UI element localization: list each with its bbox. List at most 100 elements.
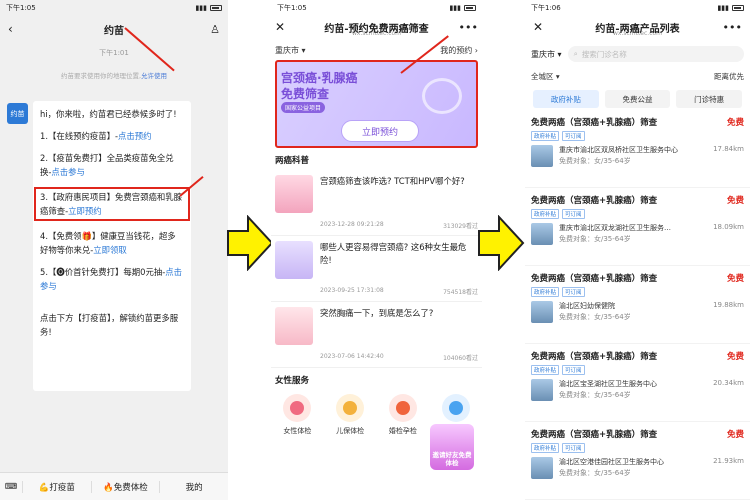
invite-promo-badge[interactable]: 邀请好友免费体检 (430, 424, 474, 470)
district-filter[interactable]: 全城区 ▾ (531, 71, 560, 82)
more-icon[interactable]: ••• (459, 21, 478, 34)
chat-timestamp: 下午1:01 (99, 49, 129, 57)
eligibility-text: 免费对象：女/35-64岁 (559, 235, 631, 243)
sort-distance[interactable]: 距离优先 (714, 71, 744, 82)
page-title: 约苗-预约免费两癌筛查 (324, 23, 429, 35)
tab-vaccine[interactable]: 💪打疫苗 (22, 480, 91, 493)
product-price: 免费 (726, 352, 744, 362)
join-free-vaccine-link[interactable]: 点击参与 (51, 167, 85, 177)
product-card[interactable]: 免费两癌（宫颈癌+乳腺癌）筛查 免费 政府补贴 可订阅 渝北区空港佳园社区卫生服务中心免… (525, 422, 750, 500)
article-views: 754518看过 (443, 289, 478, 296)
search-input[interactable]: ⌕ 搜索门诊名称 (567, 46, 744, 62)
book-now-button[interactable]: 立即预约 (341, 120, 419, 142)
article-item[interactable]: 突然胸痛一下，到底是怎么了? 2023-07-06 14:42:40 104060… (271, 302, 482, 368)
item-text: 5.【🅞价首针免费打】每期0元抽- (40, 267, 166, 277)
product-price: 免费 (726, 430, 744, 440)
distance-label: 20.34km (713, 379, 744, 387)
clinic-thumbnail (531, 457, 553, 479)
clinic-thumbnail (531, 301, 553, 323)
badge-subsidy: 政府补贴 (531, 365, 560, 375)
article-item[interactable]: 宫颈癌筛查该咋选? TCT和HPV哪个好? 2023-12-28 09:21:2… (271, 170, 482, 236)
my-booking-link[interactable]: 我的预约 › (440, 45, 478, 56)
search-icon: ⌕ (573, 49, 578, 58)
menu-item-1: 1.【在线预约疫苗】-点击预约 (40, 129, 184, 143)
banner-tag: 国家公益项目 (281, 102, 326, 113)
product-price: 免费 (726, 274, 744, 284)
article-views: 313029看过 (443, 223, 478, 230)
product-title: 免费两癌（宫颈癌+乳腺癌）筛查 (531, 196, 658, 206)
product-card[interactable]: 免费两癌（宫颈癌+乳腺癌）筛查 免费 政府补贴 可订阅 渝北区妇幼保健院 免费对象：女/3… (525, 266, 750, 344)
item-text: 1.【在线预约疫苗】- (40, 131, 119, 141)
claim-beans-link[interactable]: 立即领取 (93, 245, 127, 255)
article-date: 2023-12-28 09:21:28 (320, 221, 384, 228)
article-thumbnail (275, 241, 313, 279)
screening-banner[interactable]: 宫颈癌·乳腺癌 免费筛查 国家公益项目 立即预约 (275, 60, 478, 148)
more-icon[interactable]: ••• (723, 21, 742, 34)
category-tabs: 政府补贴 免费公益 门诊特惠 (525, 86, 750, 110)
clinic-thumbnail (531, 223, 553, 245)
tab-free-welfare[interactable]: 免费公益 (604, 90, 671, 108)
badge-subsidy: 政府补贴 (531, 443, 560, 453)
badge-subscribable: 可订阅 (562, 443, 585, 453)
chat-header: ‹ 约苗 ♙ (0, 16, 228, 42)
service-premarital-checkup[interactable]: 婚检孕检 (388, 394, 417, 436)
city-label: 重庆市 (531, 49, 555, 59)
badge-subscribable: 可订阅 (562, 131, 585, 141)
city-selector[interactable]: 重庆市 ▾ (531, 49, 562, 60)
back-icon[interactable]: ‹ (8, 22, 13, 36)
chat-screen: 下午1:05 ▮▮▮ ‹ 约苗 ♙ 下午1:01 约苗要求使用你的地理位置,允许… (0, 0, 228, 500)
article-item[interactable]: 哪些人更容易得宫颈癌? 这6种女生最危险! 2023-09-25 17:31:0… (271, 236, 482, 302)
search-row: 重庆市 ▾ ⌕ 搜索门诊名称 (525, 41, 750, 67)
service-label: 女性体检 (283, 427, 312, 435)
product-card[interactable]: 免费两癌（宫颈癌+乳腺癌）筛查 免费 政府补贴 可订阅 重庆市渝北区双龙湖社区卫生服务…… (525, 188, 750, 266)
product-price: 免费 (726, 196, 744, 206)
product-card[interactable]: 免费两癌（宫颈癌+乳腺癌）筛查 免费 政府补贴 可订阅 渝北区宝圣湖社区卫生服务中心 免费… (525, 344, 750, 422)
badge-subscribable: 可订阅 (562, 209, 585, 219)
status-time: 下午1:05 (6, 4, 36, 12)
city-label: 重庆市 (275, 46, 299, 55)
tab-mine[interactable]: 我的 (159, 480, 228, 493)
article-date: 2023-07-06 14:42:40 (320, 353, 384, 360)
product-list: 免费两癌（宫颈癌+乳腺癌）筛查 免费 政府补贴 可订阅 重庆市渝北区双凤桥社区卫生服务中… (525, 110, 750, 500)
product-title: 免费两癌（宫颈癌+乳腺癌）筛查 (531, 352, 658, 362)
badge-subscribable: 可订阅 (562, 287, 585, 297)
distance-label: 17.84km (713, 145, 744, 153)
book-screening-link[interactable]: 立即预约 (68, 206, 102, 216)
badge-subsidy: 政府补贴 (531, 287, 560, 297)
child-checkup-icon (336, 394, 365, 422)
clinic-name: 渝北区宝圣湖社区卫生服务中心 (559, 380, 657, 388)
tab-clinic-deals[interactable]: 门诊特惠 (676, 90, 743, 108)
search-placeholder: 搜索门诊名称 (581, 49, 627, 59)
tab-government-subsidy[interactable]: 政府补贴 (533, 90, 599, 108)
page-header: ✕ 约苗-预约免费两癌筛查 ••• (271, 16, 482, 38)
location-notice: 约苗要求使用你的地理位置,允许使用 (0, 70, 228, 80)
menu-item-4: 4.【免费领🎁】健康豆当钱花，超多好物等你来兑-立即领取 (40, 229, 184, 257)
product-card[interactable]: 免费两癌（宫颈癌+乳腺癌）筛查 免费 政府补贴 可订阅 重庆市渝北区双凤桥社区卫生服务中… (525, 110, 750, 188)
allow-location-link[interactable]: 允许使用 (141, 72, 167, 80)
status-icons: ▮▮▮ (449, 4, 476, 12)
bottom-menu: ⌨ 💪打疫苗 🔥免费体检 我的 (0, 472, 228, 500)
clinic-name: 渝北区空港佳园社区卫生服务中心 (559, 458, 664, 466)
menu-item-3-highlighted: 3.【政府惠民项目】免费宫颈癌和乳腺癌筛查-立即预约 (34, 187, 190, 221)
article-thumbnail (275, 175, 313, 213)
article-views: 104060看过 (443, 355, 478, 362)
close-icon[interactable]: ✕ (275, 20, 285, 34)
close-icon[interactable]: ✕ (533, 20, 543, 34)
city-selector[interactable]: 重庆市 ▾ (275, 45, 306, 56)
service-label: 儿保体检 (336, 427, 365, 435)
status-time: 下午1:05 (277, 4, 307, 12)
book-vaccine-link[interactable]: 点击预约 (118, 131, 152, 141)
city-row: 重庆市 ▾ 我的预约 › (271, 41, 482, 60)
tab-free-checkup[interactable]: 🔥免费体检 (90, 480, 160, 493)
battery-icon (732, 5, 744, 11)
service-child-checkup[interactable]: 儿保体检 (336, 394, 365, 436)
women-checkup-icon (283, 394, 312, 422)
profile-icon[interactable]: ♙ (210, 23, 220, 36)
filter-row: 全城区 ▾ 距离优先 (525, 67, 750, 86)
section-title-services: 女性服务 (275, 376, 310, 386)
service-women-checkup[interactable]: 女性体检 (283, 394, 312, 436)
district-label: 全城区 (531, 72, 554, 81)
product-list-screen: 下午1:06 ▮▮▮ ✕ 约苗-两癌产品列表 ••• wx.scmttec.co… (525, 0, 750, 500)
banner-title-1: 宫颈癌·乳腺癌 (281, 71, 358, 85)
keyboard-icon[interactable]: ⌨ (0, 482, 22, 492)
